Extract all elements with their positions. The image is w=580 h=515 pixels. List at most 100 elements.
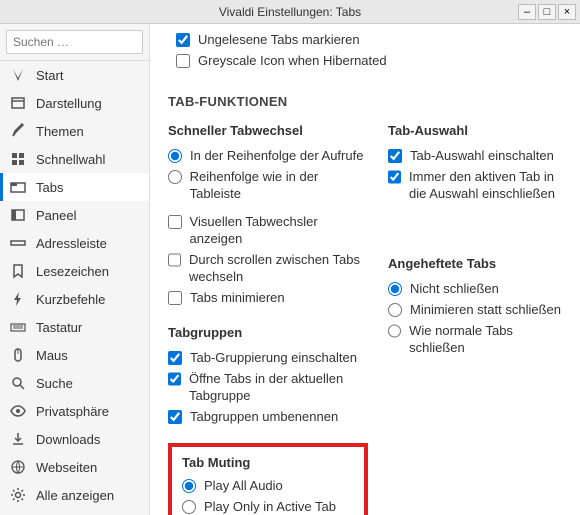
addressbar-icon [10, 235, 26, 251]
tabselect-title: Tab-Auswahl [388, 123, 562, 138]
panel-icon [10, 207, 26, 223]
checkbox-visual-switcher[interactable] [168, 215, 182, 229]
sidebar-item-themes[interactable]: Themen [0, 117, 149, 145]
label-normal-close: Wie normale Tabs schließen [409, 323, 562, 357]
label-tab-order: Reihenfolge wie in der Tableiste [190, 169, 368, 203]
sidebar-item-label: Themen [36, 124, 84, 139]
titlebar: Vivaldi Einstellungen: Tabs – □ × [0, 0, 580, 24]
sidebar-item-addressbar[interactable]: Adressleiste [0, 229, 149, 257]
pinned-title: Angeheftete Tabs [388, 256, 562, 271]
section-title: TAB-FUNKTIONEN [168, 94, 562, 109]
nav-list: Start Darstellung Themen Schnellwahl Tab… [0, 61, 149, 509]
checkbox-rename-groups[interactable] [168, 410, 182, 424]
checkbox-unread-tabs[interactable] [176, 33, 190, 47]
label-call-order: In der Reihenfolge der Aufrufe [190, 148, 363, 165]
sidebar-item-label: Tastatur [36, 320, 82, 335]
sidebar-item-downloads[interactable]: Downloads [0, 425, 149, 453]
tab-muting-highlight: Tab Muting Play All Audio Play Only in A… [168, 443, 368, 515]
sidebar-item-label: Downloads [36, 432, 100, 447]
label-minimize-tabs: Tabs minimieren [190, 290, 285, 307]
radio-call-order[interactable] [168, 149, 182, 163]
brush-icon [10, 123, 26, 139]
search-container [0, 24, 149, 61]
sidebar-item-label: Kurzbefehle [36, 292, 105, 307]
sidebar-item-label: Schnellwahl [36, 152, 105, 167]
radio-play-all[interactable] [182, 479, 196, 493]
sidebar-item-label: Paneel [36, 208, 76, 223]
sidebar-item-panel[interactable]: Paneel [0, 201, 149, 229]
label-active-only: Play Only in Active Tab [204, 499, 336, 515]
sidebar-item-showall[interactable]: Alle anzeigen [0, 481, 149, 509]
label-no-close: Nicht schließen [410, 281, 499, 298]
sidebar-item-label: Lesezeichen [36, 264, 109, 279]
grid-icon [10, 151, 26, 167]
window-controls: – □ × [518, 4, 576, 20]
maximize-button[interactable]: □ [538, 4, 556, 20]
content-area: Ungelesene Tabs markieren Greyscale Icon… [150, 24, 580, 515]
search-icon [10, 375, 26, 391]
sidebar-item-label: Darstellung [36, 96, 102, 111]
checkbox-open-current-group[interactable] [168, 372, 181, 386]
radio-active-only[interactable] [182, 500, 196, 514]
tabs-icon [10, 179, 26, 195]
sidebar-item-mouse[interactable]: Maus [0, 341, 149, 369]
tabswitch-title: Schneller Tabwechsel [168, 123, 368, 138]
sidebar-item-speeddial[interactable]: Schnellwahl [0, 145, 149, 173]
window-title: Vivaldi Einstellungen: Tabs [219, 5, 361, 19]
label-group-enable: Tab-Gruppierung einschalten [190, 350, 357, 367]
sidebar-item-label: Suche [36, 376, 73, 391]
radio-min-close[interactable] [388, 303, 402, 317]
sidebar-item-label: Maus [36, 348, 68, 363]
tabmuting-title: Tab Muting [182, 455, 354, 470]
search-input[interactable] [6, 30, 143, 54]
vivaldi-icon [10, 67, 26, 83]
window-icon [10, 95, 26, 111]
sidebar-item-label: Tabs [36, 180, 63, 195]
sidebar-item-websites[interactable]: Webseiten [0, 453, 149, 481]
checkbox-greyscale[interactable] [176, 54, 190, 68]
sidebar-item-shortcuts[interactable]: Kurzbefehle [0, 285, 149, 313]
checkbox-select-enable[interactable] [388, 149, 402, 163]
radio-normal-close[interactable] [388, 324, 401, 338]
label-scroll-tabs: Durch scrollen zwischen Tabs wechseln [189, 252, 368, 286]
mouse-icon [10, 347, 26, 363]
minimize-button[interactable]: – [518, 4, 536, 20]
sidebar-item-start[interactable]: Start [0, 61, 149, 89]
eye-icon [10, 403, 26, 419]
sidebar-item-appearance[interactable]: Darstellung [0, 89, 149, 117]
bookmark-icon [10, 263, 26, 279]
label-open-current-group: Öffne Tabs in der aktuellen Tabgruppe [189, 371, 368, 405]
sidebar-item-tabs[interactable]: Tabs [0, 173, 149, 201]
close-button[interactable]: × [558, 4, 576, 20]
label-rename-groups: Tabgruppen umbenennen [190, 409, 338, 426]
sidebar-item-keyboard[interactable]: Tastatur [0, 313, 149, 341]
sidebar-item-bookmarks[interactable]: Lesezeichen [0, 257, 149, 285]
sidebar-item-label: Start [36, 68, 63, 83]
sidebar-item-label: Privatsphäre [36, 404, 109, 419]
label-greyscale: Greyscale Icon when Hibernated [198, 53, 387, 70]
sidebar-item-search[interactable]: Suche [0, 369, 149, 397]
label-visual-switcher: Visuellen Tabwechsler anzeigen [190, 214, 368, 248]
radio-no-close[interactable] [388, 282, 402, 296]
label-min-close: Minimieren statt schließen [410, 302, 561, 319]
radio-tab-order[interactable] [168, 170, 182, 184]
label-select-enable: Tab-Auswahl einschalten [410, 148, 554, 165]
tabgroups-title: Tabgruppen [168, 325, 368, 340]
sidebar-item-label: Adressleiste [36, 236, 107, 251]
gear-icon [10, 487, 26, 503]
globe-icon [10, 459, 26, 475]
sidebar-item-privacy[interactable]: Privatsphäre [0, 397, 149, 425]
download-icon [10, 431, 26, 447]
checkbox-minimize-tabs[interactable] [168, 291, 182, 305]
checkbox-group-enable[interactable] [168, 351, 182, 365]
label-unread-tabs: Ungelesene Tabs markieren [198, 32, 360, 49]
checkbox-include-active[interactable] [388, 170, 401, 184]
sidebar: Start Darstellung Themen Schnellwahl Tab… [0, 24, 150, 515]
keyboard-icon [10, 319, 26, 335]
sidebar-item-label: Alle anzeigen [36, 488, 114, 503]
checkbox-scroll-tabs[interactable] [168, 253, 181, 267]
label-play-all: Play All Audio [204, 478, 283, 495]
label-include-active: Immer den aktiven Tab in die Auswahl ein… [409, 169, 562, 203]
lightning-icon [10, 291, 26, 307]
sidebar-item-label: Webseiten [36, 460, 97, 475]
